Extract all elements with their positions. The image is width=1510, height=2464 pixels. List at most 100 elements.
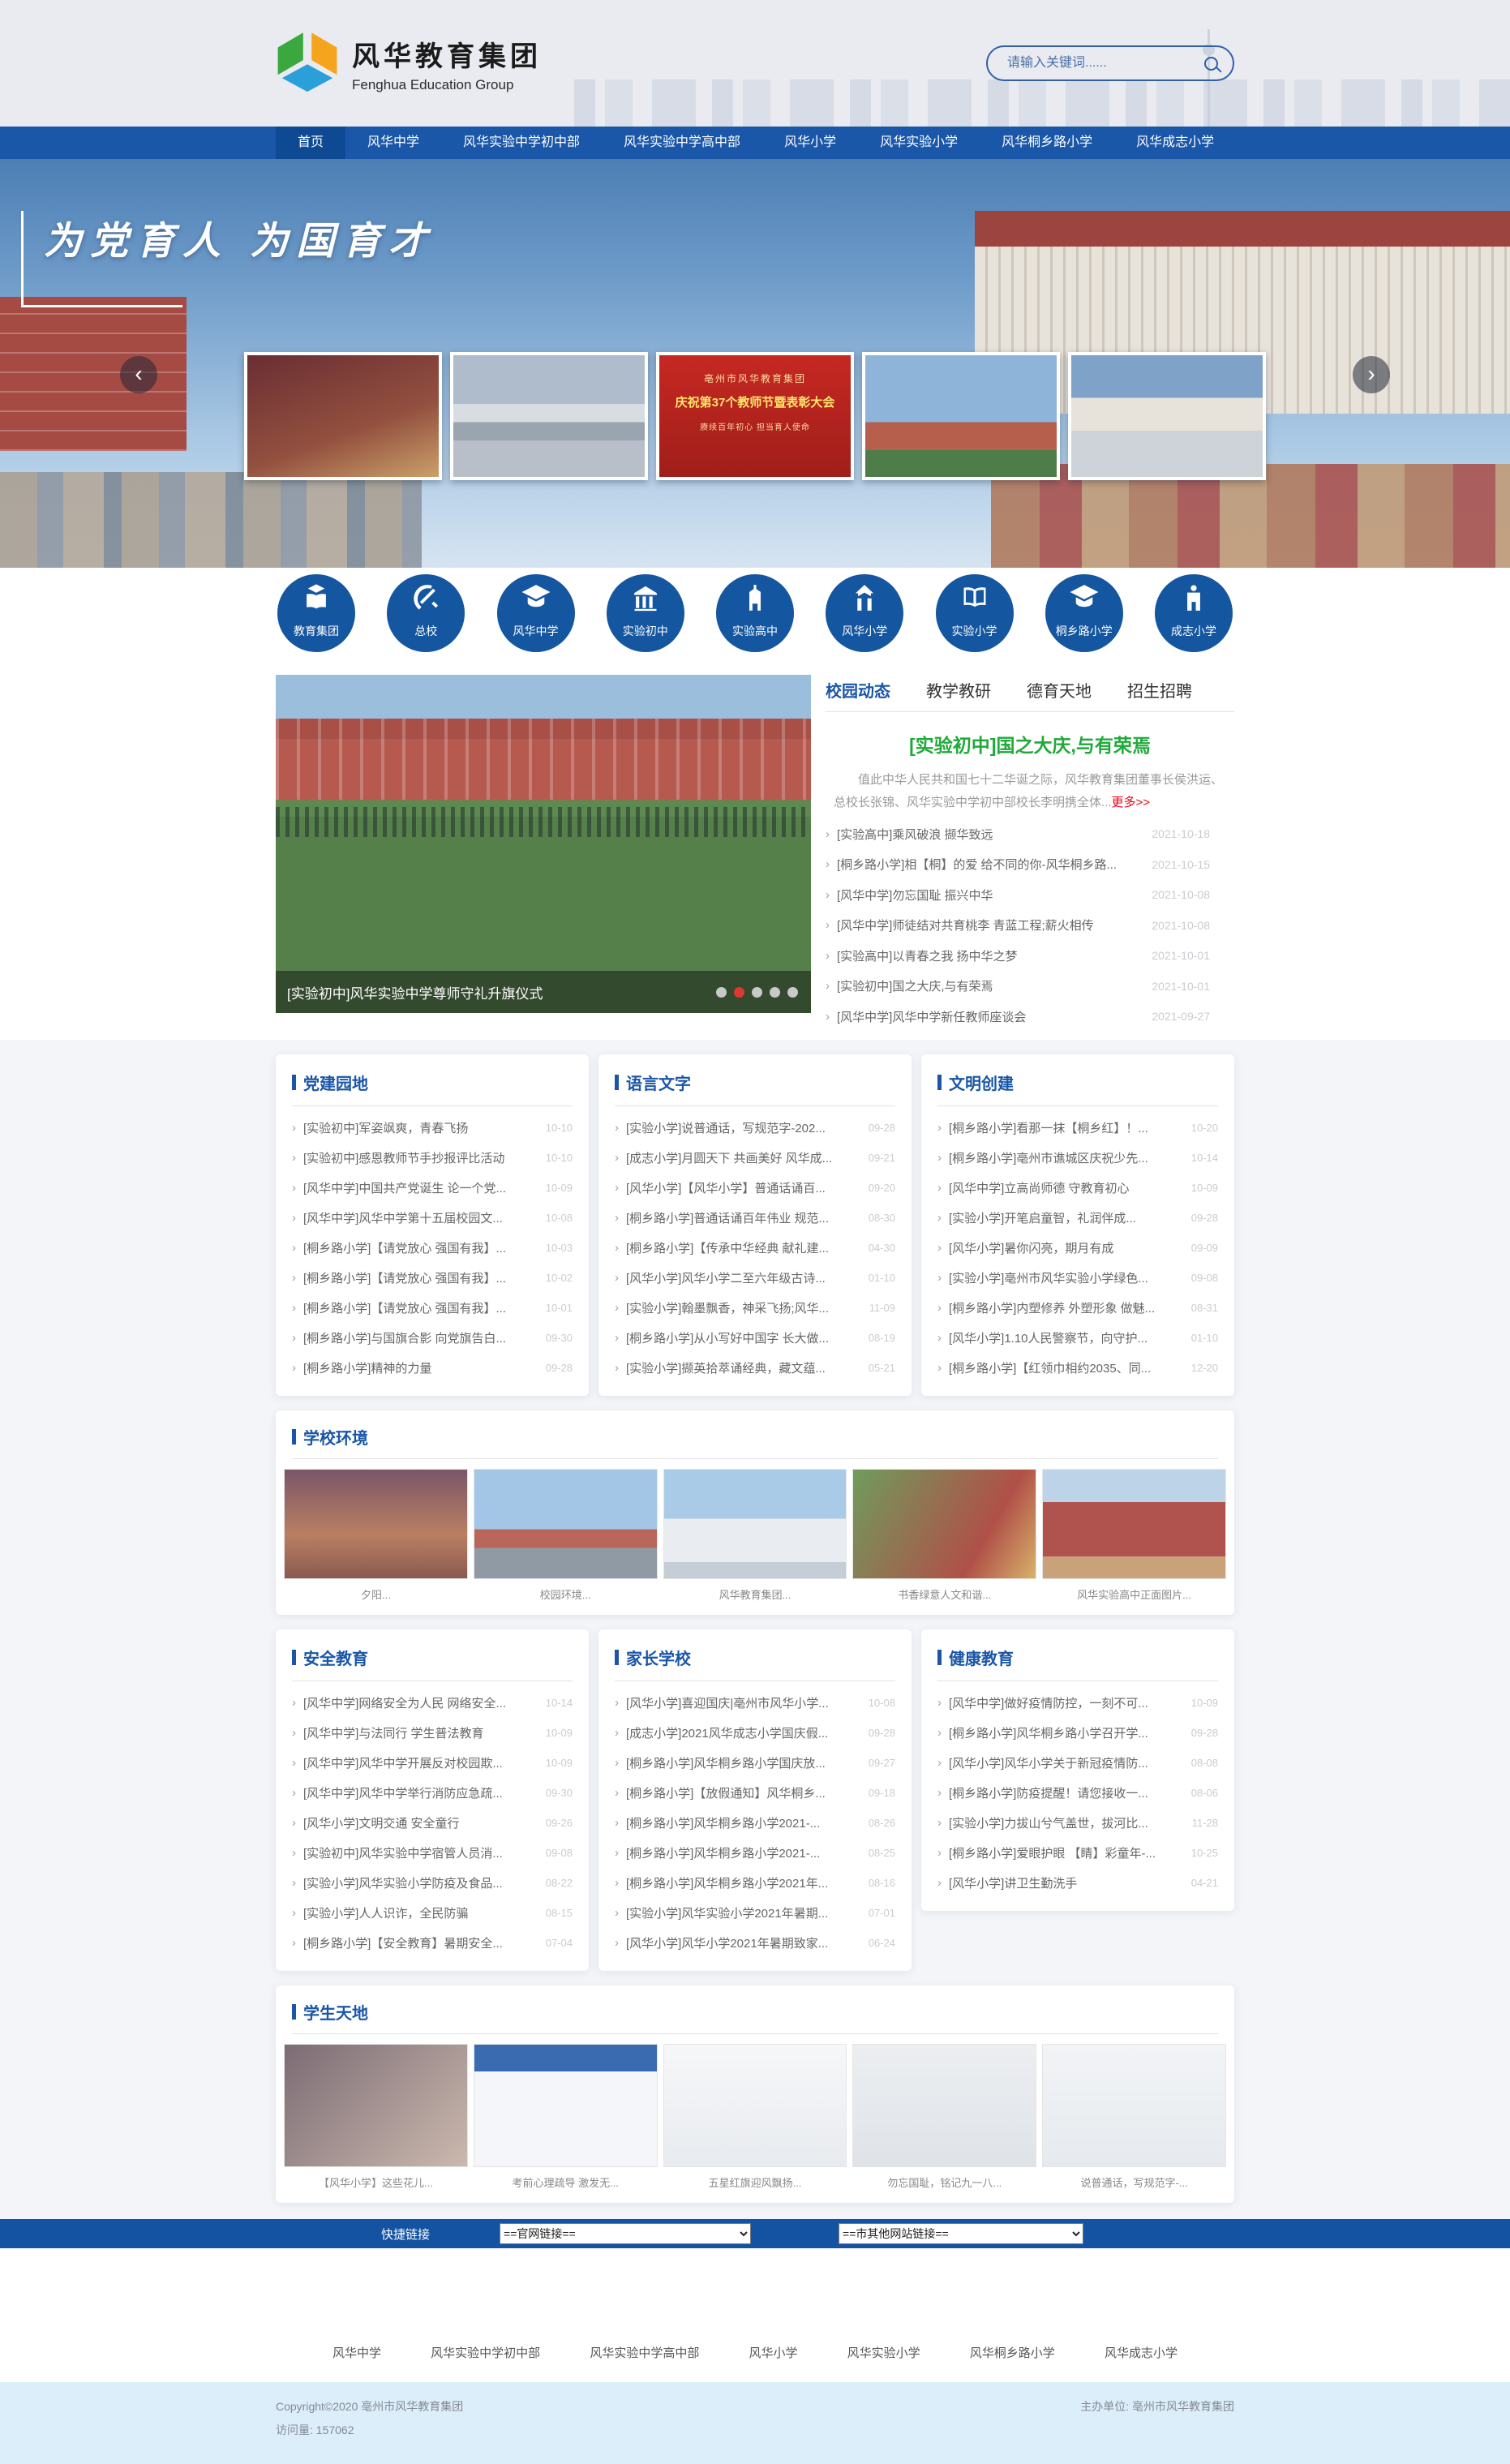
- carousel-thumbnail[interactable]: [1068, 352, 1266, 480]
- news-tab[interactable]: 招生招聘: [1127, 678, 1192, 702]
- footer-school-link[interactable]: 风华中学: [332, 2344, 381, 2361]
- nav-item[interactable]: 风华中学: [345, 127, 441, 159]
- item-title[interactable]: [桐乡路小学]普通话诵百年伟业 规范...: [626, 1209, 857, 1226]
- photo-thumbnail[interactable]: [474, 1469, 658, 1579]
- news-item-title[interactable]: [风华中学]风华中学新任教师座谈会: [837, 1008, 1140, 1025]
- school-shortcut[interactable]: 实验初中: [607, 574, 684, 652]
- footer-school-link[interactable]: 风华实验中学初中部: [431, 2344, 540, 2361]
- item-title[interactable]: [桐乡路小学]【放假通知】风华桐乡...: [626, 1784, 857, 1801]
- nav-item[interactable]: 风华成志小学: [1114, 127, 1236, 159]
- carousel-next-button[interactable]: ›: [1353, 356, 1390, 393]
- item-title[interactable]: [桐乡路小学]【传承中华经典 献礼建...: [626, 1239, 857, 1256]
- item-title[interactable]: [风华小学]风华小学二至六年级古诗...: [626, 1269, 857, 1286]
- student-photo[interactable]: 考前心理疏导 激发无...: [474, 2044, 658, 2190]
- item-title[interactable]: [桐乡路小学]【安全教育】暑期安全...: [303, 1934, 534, 1951]
- item-title[interactable]: [桐乡路小学]风华桐乡路小学2021-...: [626, 1814, 857, 1831]
- search-icon[interactable]: [1204, 57, 1218, 71]
- item-title[interactable]: [实验小学]风华实验小学2021年暑期...: [626, 1904, 857, 1921]
- carousel-thumbnail[interactable]: [862, 352, 1060, 480]
- environment-photo[interactable]: 风华实验高中正面图片...: [1042, 1469, 1226, 1602]
- nav-item[interactable]: 风华实验中学初中部: [441, 127, 602, 159]
- item-title[interactable]: [桐乡路小学]【请党放心 强国有我】...: [303, 1239, 534, 1256]
- news-item-title[interactable]: [风华中学]师徒结对共育桃李 青蓝工程;薪火相传: [837, 916, 1140, 934]
- school-shortcut[interactable]: 实验高中: [716, 574, 794, 652]
- photo-thumbnail[interactable]: [852, 2044, 1036, 2167]
- more-link[interactable]: 更多>>: [1112, 796, 1151, 809]
- news-item-title[interactable]: [实验高中]乘风破浪 撷华致远: [837, 826, 1140, 843]
- item-title[interactable]: [桐乡路小学]防疫提醒！请您接收一...: [949, 1784, 1180, 1801]
- student-photo[interactable]: 说普通话，写规范字-...: [1042, 2044, 1226, 2190]
- news-tab[interactable]: 校园动态: [826, 678, 890, 702]
- item-title[interactable]: [成志小学]月圆天下 共画美好 风华成...: [626, 1149, 857, 1166]
- item-title[interactable]: [风华中学]风华中学第十五届校园文...: [303, 1209, 534, 1226]
- item-title[interactable]: [风华中学]风华中学举行消防应急疏...: [303, 1784, 534, 1801]
- item-title[interactable]: [实验小学]风华实验小学防疫及食品...: [303, 1874, 534, 1891]
- slideshow-dot[interactable]: [734, 987, 744, 998]
- nav-item[interactable]: 风华实验小学: [858, 127, 980, 159]
- student-photo[interactable]: 勿忘国耻，铭记九一八...: [852, 2044, 1036, 2190]
- footer-school-link[interactable]: 风华小学: [749, 2344, 797, 2361]
- news-tab[interactable]: 教学教研: [926, 678, 991, 702]
- item-title[interactable]: [风华中学]中国共产党诞生 论一个党...: [303, 1179, 534, 1196]
- item-title[interactable]: [实验初中]感恩教师节手抄报评比活动: [303, 1149, 534, 1166]
- photo-thumbnail[interactable]: [852, 1469, 1036, 1579]
- item-title[interactable]: [桐乡路小学]风华桐乡路小学2021年...: [626, 1874, 857, 1891]
- news-slideshow[interactable]: [实验初中]风华实验中学尊师守礼升旗仪式: [276, 675, 811, 1013]
- footer-school-link[interactable]: 风华实验小学: [847, 2344, 920, 2361]
- news-tab[interactable]: 德育天地: [1027, 678, 1092, 702]
- item-title[interactable]: [风华小学]喜迎国庆|亳州市风华小学...: [626, 1694, 857, 1711]
- slideshow-dot[interactable]: [716, 987, 727, 998]
- item-title[interactable]: [风华中学]做好疫情防控，一刻不可...: [949, 1694, 1180, 1711]
- item-title[interactable]: [风华小学]【风华小学】普通话诵百...: [626, 1179, 857, 1196]
- item-title[interactable]: [桐乡路小学]风华桐乡路小学2021-...: [626, 1844, 857, 1861]
- item-title[interactable]: [桐乡路小学]爱眼护眼 【睛】彩童年-...: [949, 1844, 1180, 1861]
- item-title[interactable]: [实验小学]人人识诈，全民防骗: [303, 1904, 534, 1921]
- news-headline[interactable]: [实验初中]国之大庆,与有荣焉: [826, 730, 1234, 758]
- news-item-title[interactable]: [桐乡路小学]相【桐】的爱 给不同的你-风华桐乡路...: [837, 856, 1140, 873]
- item-title[interactable]: [成志小学]2021风华成志小学国庆假...: [626, 1724, 857, 1741]
- school-shortcut[interactable]: 实验小学: [936, 574, 1014, 652]
- item-title[interactable]: [风华小学]风华小学2021年暑期致家...: [626, 1934, 857, 1951]
- news-item-title[interactable]: [风华中学]勿忘国耻 振兴中华: [837, 886, 1140, 904]
- official-links-select[interactable]: ==官网链接==: [500, 2223, 751, 2244]
- item-title[interactable]: [风华小学]暑你闪亮，期月有成: [949, 1239, 1180, 1256]
- slideshow-dot[interactable]: [787, 987, 798, 998]
- photo-thumbnail[interactable]: [1042, 1469, 1226, 1579]
- item-title[interactable]: [桐乡路小学]【请党放心 强国有我】...: [303, 1269, 534, 1286]
- footer-school-link[interactable]: 风华桐乡路小学: [970, 2344, 1055, 2361]
- item-title[interactable]: [桐乡路小学]风华桐乡路小学召开学...: [949, 1724, 1180, 1741]
- item-title[interactable]: [实验小学]开笔启童智，礼润伴成...: [949, 1209, 1180, 1226]
- item-title[interactable]: [风华中学]风华中学开展反对校园欺...: [303, 1754, 534, 1771]
- environment-photo[interactable]: 书香绿意人文和谐...: [852, 1469, 1036, 1602]
- search-input[interactable]: [1006, 55, 1204, 71]
- item-title[interactable]: [实验初中]风华实验中学宿管人员消...: [303, 1844, 534, 1861]
- school-shortcut[interactable]: 风华小学: [826, 574, 903, 652]
- item-title[interactable]: [桐乡路小学]与国旗合影 向党旗告白...: [303, 1329, 534, 1346]
- item-title[interactable]: [桐乡路小学]精神的力量: [303, 1359, 534, 1376]
- carousel-thumbnail[interactable]: 亳州市风华教育集团 庆祝第37个教师节暨表彰大会 赓续百年初心 担当育人使命: [656, 352, 854, 480]
- school-shortcut[interactable]: 成志小学: [1155, 574, 1233, 652]
- school-shortcut[interactable]: 总校: [387, 574, 465, 652]
- item-title[interactable]: [实验小学]翰墨飘香，神采飞扬;风华...: [626, 1299, 858, 1316]
- item-title[interactable]: [实验小学]亳州市风华实验小学绿色...: [949, 1269, 1180, 1286]
- item-title[interactable]: [风华小学]文明交通 安全童行: [303, 1814, 534, 1831]
- carousel-thumbnail[interactable]: [244, 352, 442, 480]
- item-title[interactable]: [实验小学]撷英拾萃诵经典，藏文蕴...: [626, 1359, 857, 1376]
- photo-thumbnail[interactable]: [284, 1469, 468, 1579]
- item-title[interactable]: [风华小学]1.10人民警察节，向守护...: [949, 1329, 1180, 1346]
- environment-photo[interactable]: 夕阳...: [284, 1469, 468, 1602]
- environment-photo[interactable]: 校园环境...: [474, 1469, 658, 1602]
- item-title[interactable]: [实验初中]军姿飒爽，青春飞扬: [303, 1119, 534, 1136]
- slideshow-dot[interactable]: [770, 987, 780, 998]
- photo-thumbnail[interactable]: [663, 2044, 847, 2167]
- slideshow-dot[interactable]: [752, 987, 762, 998]
- environment-photo[interactable]: 风华教育集团...: [663, 1469, 847, 1602]
- footer-school-link[interactable]: 风华成志小学: [1105, 2344, 1178, 2361]
- site-logo[interactable]: 风华教育集团 Fenghua Education Group: [276, 32, 542, 95]
- nav-item[interactable]: 风华实验中学高中部: [602, 127, 762, 159]
- photo-thumbnail[interactable]: [474, 2044, 658, 2167]
- item-title[interactable]: [桐乡路小学]从小写好中国字 长大做...: [626, 1329, 857, 1346]
- school-shortcut[interactable]: 桐乡路小学: [1045, 574, 1123, 652]
- photo-thumbnail[interactable]: [284, 2044, 468, 2167]
- search-box[interactable]: [986, 45, 1234, 81]
